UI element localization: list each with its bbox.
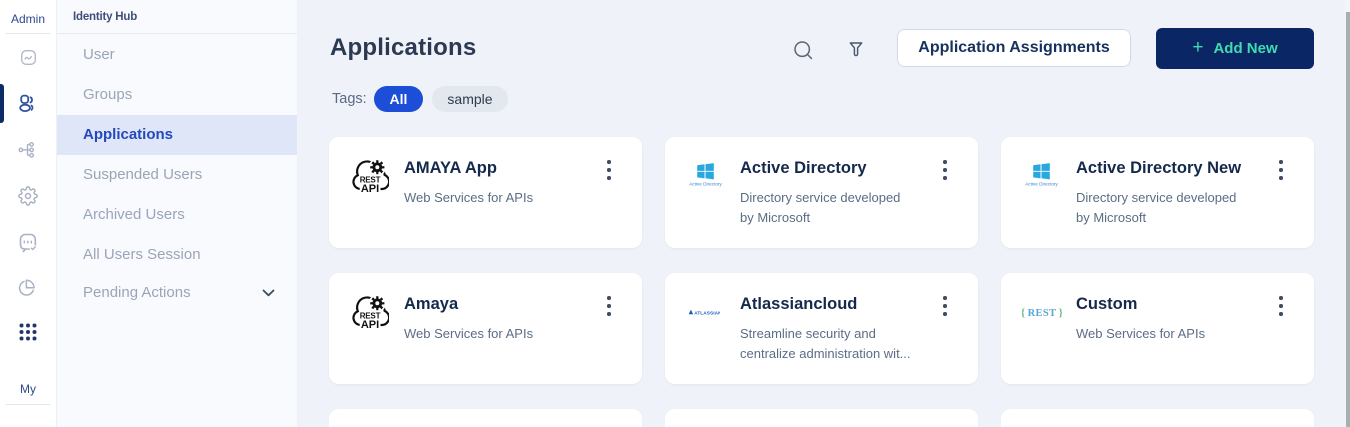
svg-text:API: API bbox=[360, 319, 378, 331]
svg-text:ATLASSIAN: ATLASSIAN bbox=[694, 310, 720, 315]
svg-text:Active Directory: Active Directory bbox=[1025, 182, 1058, 187]
svg-text:Active Directory: Active Directory bbox=[689, 182, 722, 187]
svg-text:API: API bbox=[360, 183, 378, 195]
svg-text:{ REST }: { REST } bbox=[1022, 308, 1062, 319]
